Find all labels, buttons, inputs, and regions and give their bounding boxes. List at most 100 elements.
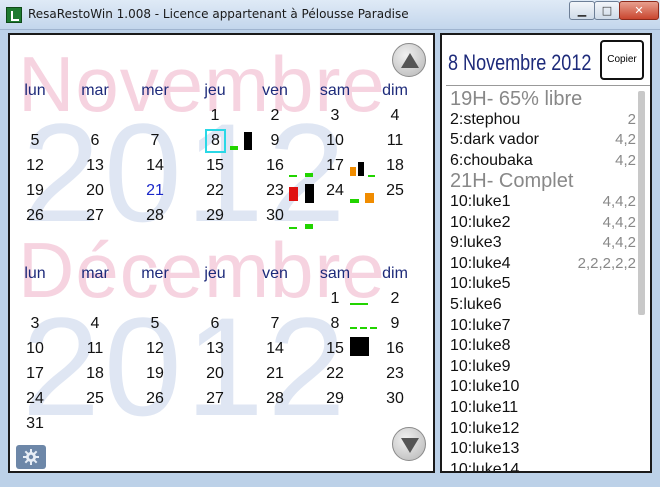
day-cell[interactable]: 7: [250, 313, 300, 335]
day-cell[interactable]: 30: [250, 205, 300, 227]
title-bar[interactable]: ResaRestoWin 1.008 - Licence appartenant…: [0, 0, 660, 30]
day-cell[interactable]: 22: [190, 180, 240, 202]
reservation-label: 10:luke4: [450, 254, 511, 272]
reservation-item[interactable]: 6:choubaka 4,2: [450, 151, 636, 172]
day-cell[interactable]: 17: [10, 363, 60, 385]
day-cell[interactable]: 29: [190, 205, 240, 227]
day-cell[interactable]: 21: [250, 363, 300, 385]
day-cell[interactable]: 2: [370, 288, 420, 310]
day-cell[interactable]: 26: [10, 205, 60, 227]
prev-month-button[interactable]: [392, 43, 426, 77]
day-cell[interactable]: 16: [370, 338, 420, 360]
day-cell[interactable]: 5: [10, 130, 60, 152]
day-cell[interactable]: 1: [190, 105, 240, 127]
booking-scrollbar[interactable]: [638, 91, 645, 315]
day-cell[interactable]: 1: [310, 288, 360, 310]
day-cell[interactable]: 22: [310, 363, 360, 385]
day-cell[interactable]: 9: [370, 313, 420, 335]
mark-dec15-black: [350, 337, 369, 356]
reservation-item[interactable]: 10:luke11: [450, 398, 636, 419]
day-cell[interactable]: 8: [310, 313, 360, 335]
day-cell[interactable]: 10: [10, 338, 60, 360]
day-cell[interactable]: 5: [130, 313, 180, 335]
day-cell[interactable]: 6: [70, 130, 120, 152]
copy-button[interactable]: Copier: [600, 40, 644, 80]
day-cell[interactable]: 11: [70, 338, 120, 360]
day-cell[interactable]: 6: [190, 313, 240, 335]
day-cell[interactable]: 27: [190, 388, 240, 410]
reservation-item[interactable]: 10:luke14: [450, 460, 636, 471]
day-cell[interactable]: 25: [370, 180, 420, 202]
reservation-quantity: 4,2: [615, 131, 636, 149]
mark-nov17-black: [358, 162, 364, 176]
reservation-item[interactable]: 10:luke8: [450, 336, 636, 357]
minimize-button[interactable]: ▁: [569, 1, 595, 20]
day-cell[interactable]: 27: [70, 205, 120, 227]
reservation-item[interactable]: 9:luke3 4,4,2: [450, 233, 636, 254]
day-cell[interactable]: 13: [70, 155, 120, 177]
reservation-label: 5:dark vador: [450, 131, 539, 149]
day-cell[interactable]: 2: [250, 105, 300, 127]
day-cell[interactable]: 14: [250, 338, 300, 360]
reservation-item[interactable]: 5:luke6: [450, 295, 636, 316]
next-month-button[interactable]: [392, 427, 426, 461]
reservation-item[interactable]: 5:dark vador 4,2: [450, 130, 636, 151]
maximize-button[interactable]: □: [594, 1, 620, 20]
reservation-item[interactable]: 10:luke2 4,4,2: [450, 213, 636, 234]
reservation-quantity: 2: [627, 110, 636, 128]
day-cell[interactable]: 8: [205, 129, 226, 153]
reservation-item[interactable]: 10:luke12: [450, 419, 636, 440]
day-cell[interactable]: 13: [190, 338, 240, 360]
day-cell[interactable]: 11: [370, 130, 420, 152]
day-cell[interactable]: 19: [10, 180, 60, 202]
reservation-item[interactable]: 10:luke7: [450, 316, 636, 337]
day-cell[interactable]: 18: [370, 155, 420, 177]
day-cell[interactable]: 16: [250, 155, 300, 177]
day-cell[interactable]: 29: [310, 388, 360, 410]
day-cell[interactable]: 4: [370, 105, 420, 127]
reservation-label: 10:luke8: [450, 337, 511, 355]
service-header[interactable]: 19H- 65% libre: [450, 89, 636, 110]
service-header[interactable]: 21H- Complet: [450, 171, 636, 192]
day-cell[interactable]: 9: [250, 130, 300, 152]
mark-dec8-green2: [360, 327, 367, 329]
day-cell[interactable]: 28: [250, 388, 300, 410]
day-cell[interactable]: 30: [370, 388, 420, 410]
day-cell[interactable]: 15: [190, 155, 240, 177]
day-cell[interactable]: 19: [130, 363, 180, 385]
day-cell[interactable]: 28: [130, 205, 180, 227]
weekday-label: mer: [141, 82, 169, 99]
settings-button[interactable]: [16, 445, 46, 469]
reservation-item[interactable]: 10:luke13: [450, 439, 636, 460]
day-cell[interactable]: 14: [130, 155, 180, 177]
reservation-item[interactable]: 10:luke10: [450, 377, 636, 398]
reservation-label: 21H- Complet: [450, 170, 574, 193]
close-button[interactable]: ✕: [619, 1, 659, 20]
day-cell[interactable]: 21: [130, 180, 180, 202]
booking-list[interactable]: 19H- 65% libre 2:stephou 2 5:dark vador 4,2 6…: [450, 89, 636, 471]
day-cell[interactable]: 7: [130, 130, 180, 152]
reservation-item[interactable]: 2:stephou 2: [450, 110, 636, 131]
reservation-item[interactable]: 10:luke1 4,4,2: [450, 192, 636, 213]
booking-date-title: 8 Novembre 2012: [448, 50, 592, 75]
day-cell[interactable]: 23: [370, 363, 420, 385]
weekday-label: sam: [319, 82, 351, 99]
reservation-item[interactable]: 10:luke4 2,2,2,2,2: [450, 254, 636, 275]
day-cell[interactable]: 18: [70, 363, 120, 385]
day-cell[interactable]: 12: [130, 338, 180, 360]
day-cell[interactable]: 10: [310, 130, 360, 152]
reservation-item[interactable]: 10:luke9: [450, 357, 636, 378]
reservation-item[interactable]: 10:luke5: [450, 274, 636, 295]
day-cell[interactable]: 20: [190, 363, 240, 385]
day-cell[interactable]: 20: [70, 180, 120, 202]
day-cell[interactable]: 4: [70, 313, 120, 335]
day-cell[interactable]: 3: [310, 105, 360, 127]
day-cell[interactable]: 25: [70, 388, 120, 410]
day-cell[interactable]: 12: [10, 155, 60, 177]
weekday-label: mer: [141, 265, 169, 282]
day-cell[interactable]: 3: [10, 313, 60, 335]
booking-panel: 8 Novembre 2012 Copier 19H- 65% libre 2:s…: [440, 33, 652, 473]
day-cell[interactable]: 31: [10, 413, 60, 435]
day-cell[interactable]: 24: [10, 388, 60, 410]
day-cell[interactable]: 26: [130, 388, 180, 410]
